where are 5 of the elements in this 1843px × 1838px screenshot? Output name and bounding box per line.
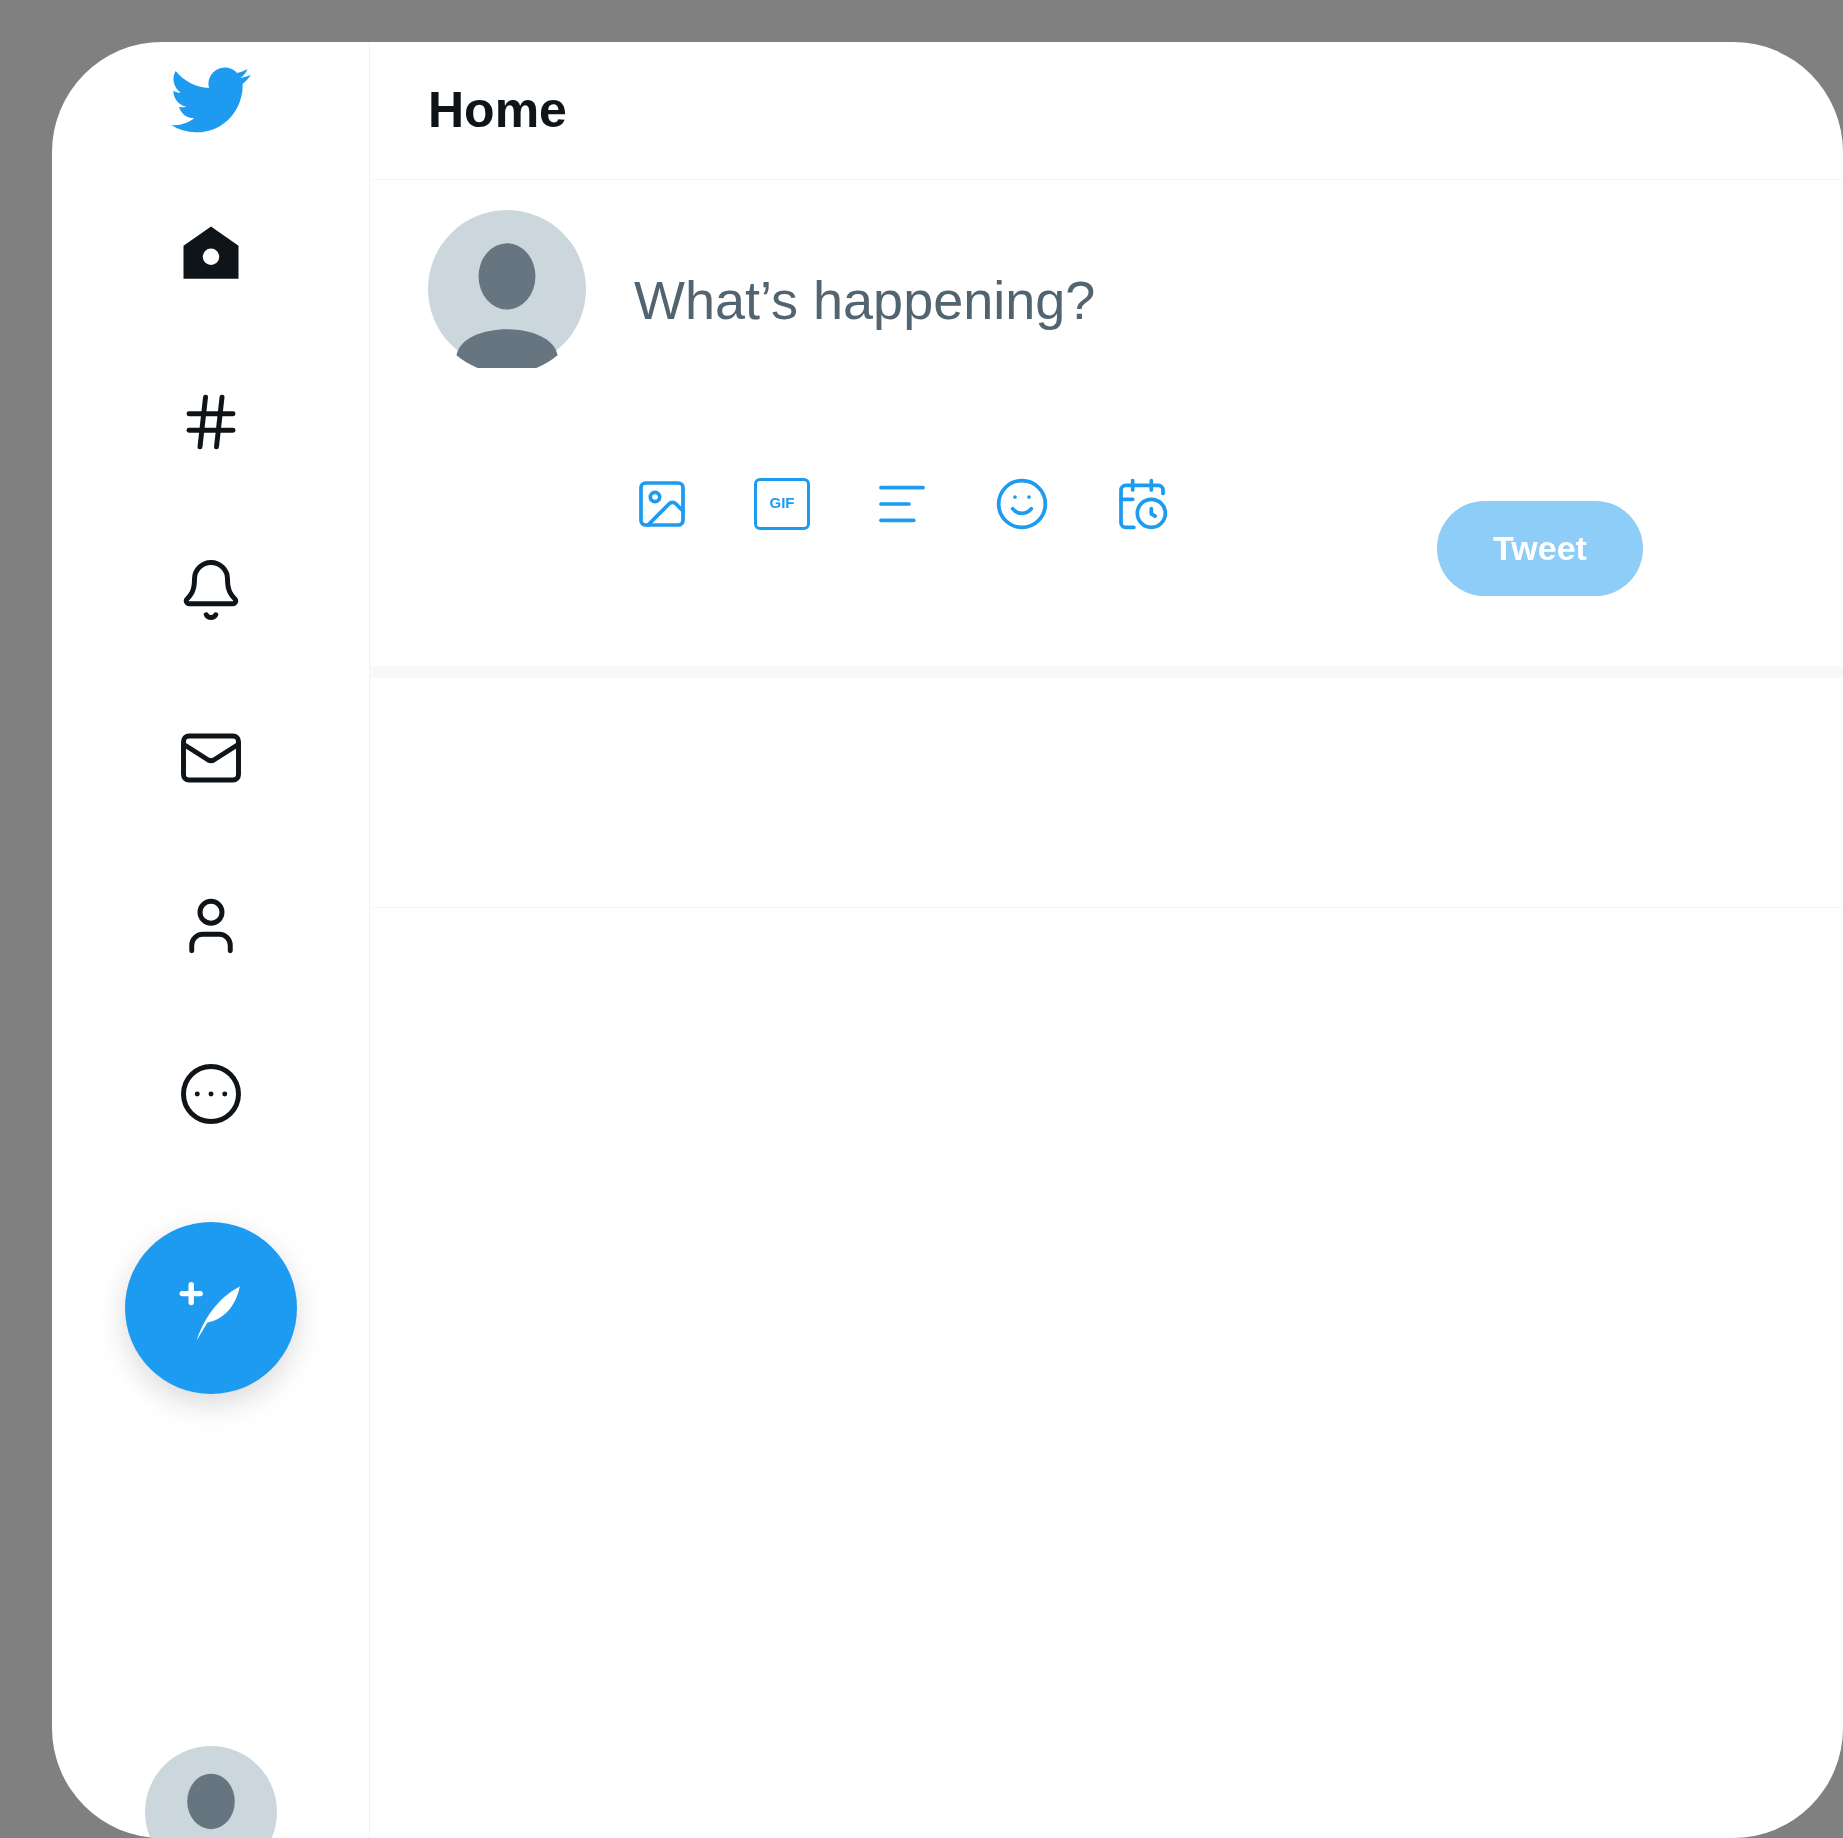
avatar[interactable] [144,1746,277,1838]
avatar[interactable] [428,210,586,368]
page-title: Home [428,81,567,140]
gif-icon[interactable]: GIF [754,477,810,530]
tweet-input[interactable]: What’s happening? [634,260,1534,341]
